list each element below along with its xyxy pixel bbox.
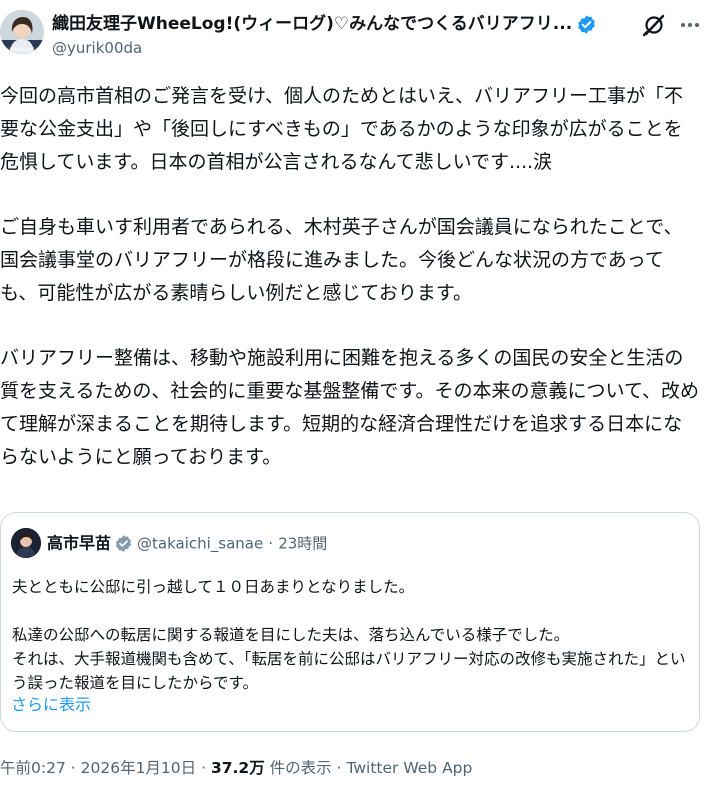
svg-text:WheeLog!: WheeLog! [9,47,34,53]
post-source: Twitter Web App [346,759,473,777]
separator-dot: · [201,759,207,777]
separator-dot: · [336,759,342,777]
quoted-timestamp[interactable]: 23時間 [278,535,327,553]
quoted-paragraph: 私達の公邸への転居に関する報道を目にした夫は、落ち込んでいる様子でした。 それは… [12,626,686,692]
verified-badge-icon [576,14,597,35]
post-text: 今回の高市首相のご発言を受け、個人のためとはいえ、バリアフリー工事が「不要な公金… [0,80,700,506]
grok-icon[interactable] [642,13,666,37]
gov-verified-badge-icon [114,534,133,553]
separator-dot: · [70,759,76,777]
quoted-author-avatar[interactable] [11,528,41,558]
show-more-link[interactable]: さらに表示 [11,694,91,716]
author-handle[interactable]: @yurik00da [52,38,142,58]
quoted-author-row[interactable]: 高市早苗 @takaichi_sanae · 23時間 [47,531,327,556]
post-paragraph: ご自身も車いす利用者であられる、木村英子さんが国会議員になられたことで、国会議事… [0,216,683,304]
views-label: 件の表示 [264,759,332,777]
views-count: 37.2万 [210,759,265,777]
author-name-row[interactable]: 織田友理子WheeLog!(ウィーログ)♡みんなでつくるバリアフリ... [52,12,622,36]
quoted-post[interactable]: 高市早苗 @takaichi_sanae · 23時間 夫とともに公邸に引っ越して… [0,512,700,732]
quoted-display-name[interactable]: 高市早苗 [47,534,111,553]
quoted-paragraph: 夫とともに公邸に引っ越して１０日あまりとなりました。 [12,578,415,596]
more-options-icon[interactable] [678,13,702,37]
author-display-name[interactable]: 織田友理子WheeLog!(ウィーログ)♡みんなでつくるバリアフリ... [52,14,572,34]
post-time[interactable]: 午前0:27 [0,759,66,777]
author-avatar[interactable]: WheeLog! [0,10,44,54]
separator-dot: · [268,534,274,553]
post-paragraph: バリアフリー整備は、移動や施設利用に困難を抱える多くの国民の安全と生活の質を支え… [0,347,700,468]
post-header: WheeLog! 織田友理子WheeLog!(ウィーログ)♡みんなでつくるバリア… [0,0,704,70]
post-date[interactable]: 2026年1月10日 [81,759,197,777]
post-metadata: 午前0:27 · 2026年1月10日 · 37.2万 件の表示 · Twitt… [0,756,472,780]
quoted-handle[interactable]: @takaichi_sanae [137,535,263,553]
post-paragraph: 今回の高市首相のご発言を受け、個人のためとはいえ、バリアフリー工事が「不要な公金… [0,85,684,173]
quoted-text: 夫とともに公邸に引っ越して１０日あまりとなりました。 私達の公邸への転居に関する… [12,575,692,719]
